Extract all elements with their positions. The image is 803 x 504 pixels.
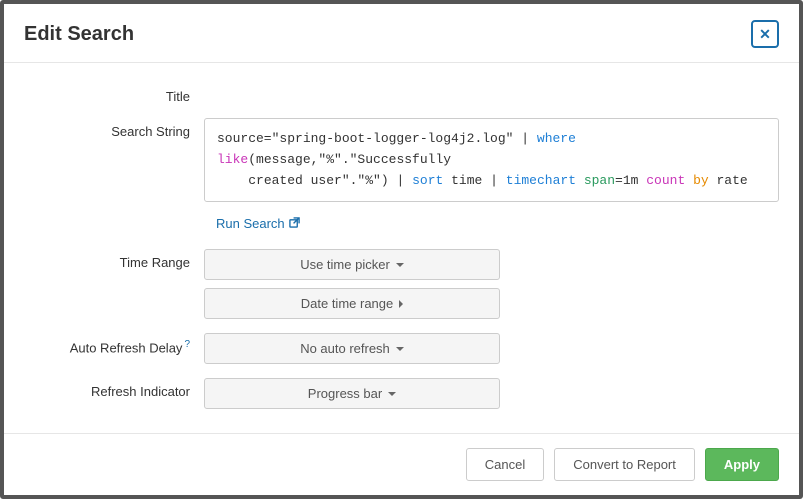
date-time-range-control: Date time range	[204, 288, 779, 319]
dropdown-label: Use time picker	[300, 257, 390, 272]
auto-refresh-label: Auto Refresh Delay?	[24, 333, 204, 355]
code-token: like	[217, 152, 248, 167]
code-token: created user"."%")	[248, 173, 388, 188]
code-token: |	[521, 131, 529, 146]
chevron-down-icon	[396, 347, 404, 351]
code-token: =1m	[615, 173, 638, 188]
auto-refresh-control: No auto refresh	[204, 333, 779, 364]
apply-button[interactable]: Apply	[705, 448, 779, 481]
code-token: source="spring-boot-logger-log4j2.log"	[217, 131, 513, 146]
search-string-label: Search String	[24, 118, 204, 139]
code-token: time	[451, 173, 482, 188]
auto-refresh-dropdown[interactable]: No auto refresh	[204, 333, 500, 364]
close-icon: ✕	[759, 26, 771, 43]
refresh-indicator-label: Refresh Indicator	[24, 378, 204, 399]
convert-to-report-button[interactable]: Convert to Report	[554, 448, 695, 481]
code-token: (message,"%"."Successfully	[248, 152, 451, 167]
external-link-icon	[289, 217, 300, 231]
title-label: Title	[24, 83, 204, 104]
time-range-label: Time Range	[24, 249, 204, 270]
search-string-input[interactable]: source="spring-boot-logger-log4j2.log" |…	[204, 118, 779, 202]
dropdown-label: No auto refresh	[300, 341, 390, 356]
code-token: span	[584, 173, 615, 188]
modal-title: Edit Search	[24, 23, 134, 46]
code-token: by	[693, 173, 709, 188]
code-token: timechart	[506, 173, 576, 188]
auto-refresh-label-text: Auto Refresh Delay	[70, 341, 183, 356]
title-row: Title	[24, 83, 779, 104]
edit-search-modal: Edit Search ✕ Title Search String source…	[0, 0, 803, 499]
refresh-indicator-dropdown[interactable]: Progress bar	[204, 378, 500, 409]
chevron-down-icon	[396, 263, 404, 267]
spacer-label	[24, 288, 204, 294]
run-search-row: Run Search	[24, 216, 779, 231]
search-string-row: Search String source="spring-boot-logger…	[24, 118, 779, 202]
time-picker-dropdown[interactable]: Use time picker	[204, 249, 500, 280]
code-token: sort	[412, 173, 443, 188]
time-range-row: Time Range Use time picker	[24, 249, 779, 280]
time-range-control: Use time picker	[204, 249, 779, 280]
search-string-control: source="spring-boot-logger-log4j2.log" |…	[204, 118, 779, 202]
spacer	[24, 216, 204, 231]
modal-header: Edit Search ✕	[4, 4, 799, 63]
dropdown-label: Date time range	[301, 296, 394, 311]
auto-refresh-row: Auto Refresh Delay? No auto refresh	[24, 333, 779, 364]
refresh-indicator-row: Refresh Indicator Progress bar	[24, 378, 779, 409]
modal-footer: Cancel Convert to Report Apply	[4, 433, 799, 495]
dropdown-label: Progress bar	[308, 386, 382, 401]
chevron-right-icon	[399, 300, 403, 308]
code-token: where	[537, 131, 576, 146]
run-search-link[interactable]: Run Search	[204, 216, 300, 231]
close-button[interactable]: ✕	[751, 20, 779, 48]
modal-body: Title Search String source="spring-boot-…	[4, 63, 799, 433]
code-token: |	[396, 173, 404, 188]
chevron-down-icon	[388, 392, 396, 396]
code-token: |	[490, 173, 498, 188]
refresh-indicator-control: Progress bar	[204, 378, 779, 409]
date-time-range-button[interactable]: Date time range	[204, 288, 500, 319]
help-icon[interactable]: ?	[184, 339, 190, 350]
date-time-range-row: Date time range	[24, 288, 779, 319]
cancel-button[interactable]: Cancel	[466, 448, 544, 481]
code-token: count	[646, 173, 685, 188]
run-search-label: Run Search	[216, 216, 285, 231]
code-token: rate	[717, 173, 748, 188]
